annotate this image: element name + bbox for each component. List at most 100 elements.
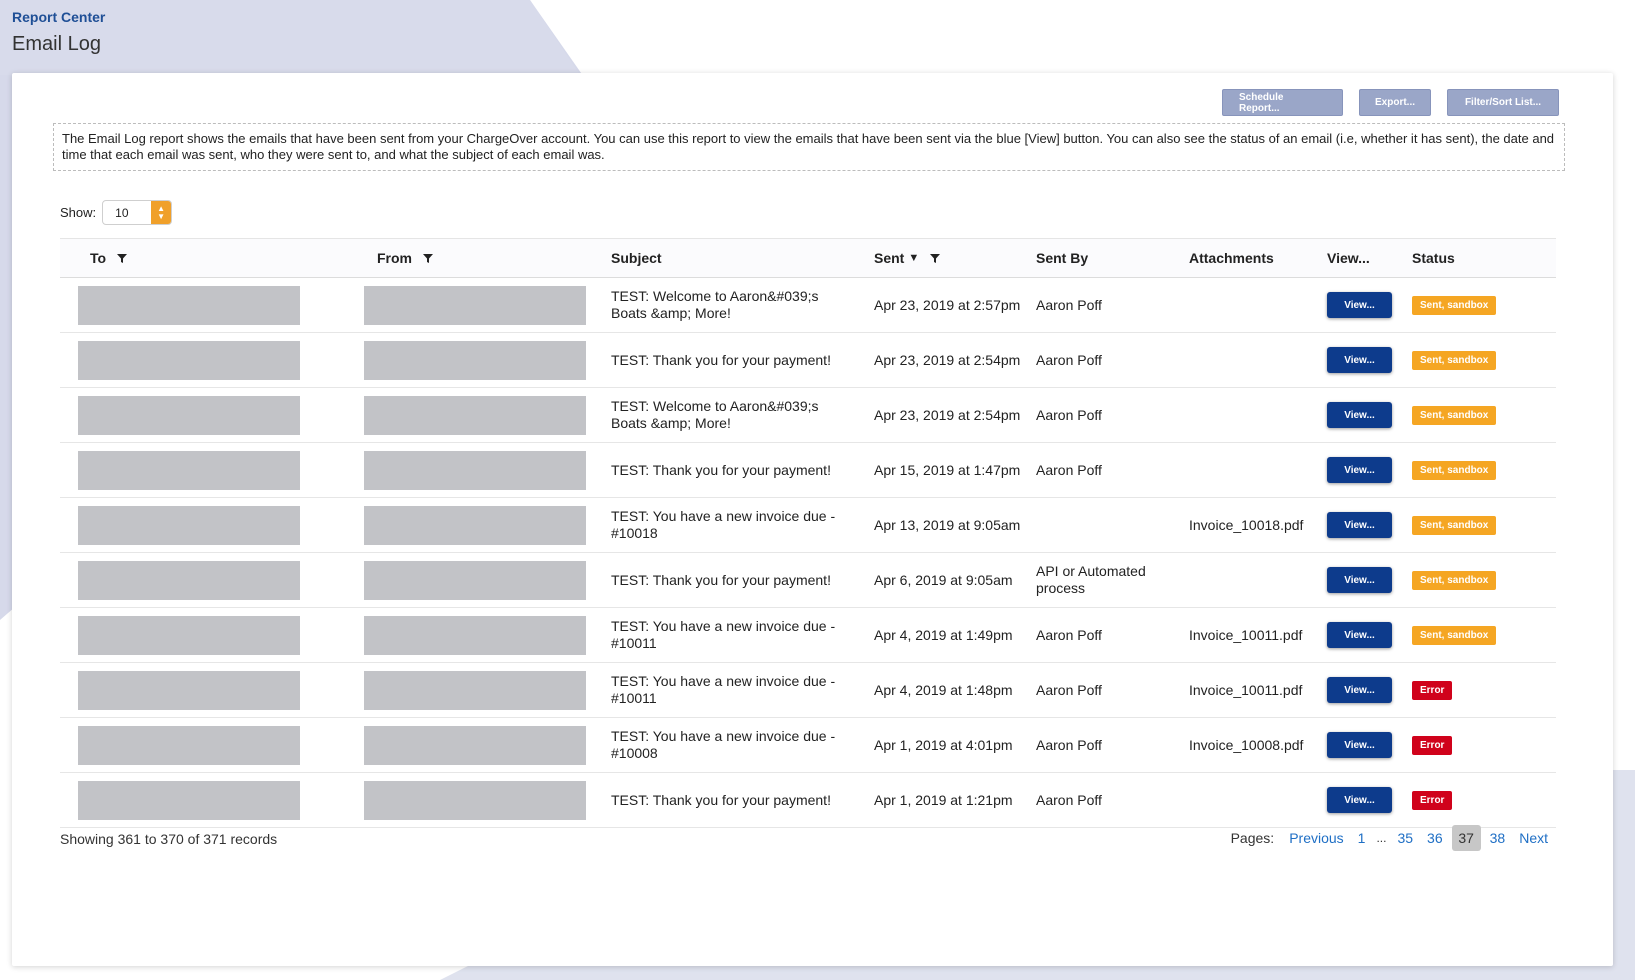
column-header-view: View... <box>1327 250 1370 266</box>
page-link-38[interactable]: 38 <box>1483 830 1513 846</box>
attachment-cell[interactable]: Invoice_10008.pdf <box>1189 718 1319 772</box>
table-row: TEST: You have a new invoice due - #1001… <box>60 608 1556 663</box>
sent-cell: Apr 23, 2019 at 2:57pm <box>874 296 1021 313</box>
column-header-from[interactable]: From <box>377 250 434 266</box>
redacted-from-cell <box>364 781 586 820</box>
filter-icon[interactable] <box>116 252 128 264</box>
redacted-from-cell <box>364 341 586 380</box>
view-email-button[interactable]: View... <box>1327 457 1392 483</box>
breadcrumb[interactable]: Report Center <box>12 9 105 25</box>
page-size-control: Show: 10 ▲ ▼ <box>60 200 173 225</box>
sort-descending-icon[interactable]: ▼ <box>908 252 919 264</box>
attachment-cell[interactable] <box>1189 278 1319 332</box>
view-email-button[interactable]: View... <box>1327 512 1392 538</box>
view-email-button[interactable]: View... <box>1327 787 1392 813</box>
subject-cell: TEST: Thank you for your payment! <box>611 461 831 478</box>
attachment-cell[interactable] <box>1189 388 1319 442</box>
subject-cell: TEST: You have a new invoice due - #1000… <box>611 728 836 761</box>
view-email-button[interactable]: View... <box>1327 622 1392 648</box>
redacted-from-cell <box>364 726 586 765</box>
attachment-cell[interactable]: Invoice_10018.pdf <box>1189 498 1319 552</box>
redacted-from-cell <box>364 506 586 545</box>
redacted-from-cell <box>364 451 586 490</box>
view-cell: View... <box>1327 498 1392 552</box>
column-label-attachments: Attachments <box>1189 250 1274 266</box>
sent-by-cell: Aaron Poff <box>1036 406 1102 423</box>
page-link-35[interactable]: 35 <box>1390 830 1420 846</box>
view-cell: View... <box>1327 773 1392 827</box>
view-cell: View... <box>1327 608 1392 662</box>
column-header-status[interactable]: Status <box>1412 250 1455 266</box>
view-email-button[interactable]: View... <box>1327 732 1392 758</box>
status-cell: Error <box>1412 718 1453 772</box>
page-size-select[interactable]: 10 ▲ ▼ <box>102 200 173 225</box>
attachment-cell[interactable] <box>1189 773 1319 827</box>
status-badge: Sent, sandbox <box>1412 570 1497 590</box>
next-page-link[interactable]: Next <box>1512 830 1555 846</box>
column-label-sent-by: Sent By <box>1036 250 1089 266</box>
table-row: TEST: Thank you for your payment! Apr 6,… <box>60 553 1556 608</box>
view-email-button[interactable]: View... <box>1327 567 1392 593</box>
table-row: TEST: You have a new invoice due - #1001… <box>60 663 1556 718</box>
attachment-cell[interactable] <box>1189 333 1319 387</box>
sent-cell: Apr 13, 2019 at 9:05am <box>874 516 1021 533</box>
table-row: TEST: You have a new invoice due - #1000… <box>60 718 1556 773</box>
sent-by-cell: Aaron Poff <box>1036 626 1102 643</box>
status-cell: Sent, sandbox <box>1412 498 1497 552</box>
page-link-1[interactable]: 1 <box>1351 830 1373 846</box>
sent-by-cell: Aaron Poff <box>1036 736 1102 753</box>
view-email-button[interactable]: View... <box>1327 677 1392 703</box>
schedule-report-button[interactable]: Schedule Report... <box>1222 89 1343 116</box>
redacted-to-cell <box>78 616 300 655</box>
sent-cell: Apr 23, 2019 at 2:54pm <box>874 406 1021 423</box>
attachment-cell[interactable]: Invoice_10011.pdf <box>1189 608 1319 662</box>
redacted-to-cell <box>78 396 300 435</box>
pages-label: Pages: <box>1230 830 1275 846</box>
redacted-from-cell <box>364 286 586 325</box>
column-header-sent[interactable]: Sent ▼ <box>874 250 941 266</box>
status-cell: Sent, sandbox <box>1412 608 1497 662</box>
column-header-to[interactable]: To <box>90 250 128 266</box>
attachment-cell[interactable] <box>1189 443 1319 497</box>
report-card: Schedule Report... Export... Filter/Sort… <box>12 73 1613 966</box>
status-cell: Error <box>1412 663 1453 717</box>
view-cell: View... <box>1327 333 1392 387</box>
column-header-subject[interactable]: Subject <box>611 250 662 266</box>
filter-icon[interactable] <box>422 252 434 264</box>
redacted-to-cell <box>78 671 300 710</box>
table-row: TEST: Welcome to Aaron&#039;s Boats &amp… <box>60 278 1556 333</box>
view-cell: View... <box>1327 663 1392 717</box>
filter-icon[interactable] <box>929 252 941 264</box>
subject-cell: TEST: Thank you for your payment! <box>611 791 831 808</box>
toolbar: Schedule Report... Export... Filter/Sort… <box>1222 89 1559 116</box>
redacted-to-cell <box>78 726 300 765</box>
status-cell: Sent, sandbox <box>1412 278 1497 332</box>
view-email-button[interactable]: View... <box>1327 402 1392 428</box>
column-label-from: From <box>377 250 412 266</box>
view-email-button[interactable]: View... <box>1327 292 1392 318</box>
report-description: The Email Log report shows the emails th… <box>53 123 1565 171</box>
column-header-sent-by[interactable]: Sent By <box>1036 250 1088 266</box>
sent-by-cell <box>1036 498 1181 552</box>
sent-by-cell: Aaron Poff <box>1036 681 1102 698</box>
status-badge: Sent, sandbox <box>1412 350 1497 370</box>
sent-cell: Apr 1, 2019 at 4:01pm <box>874 736 1013 753</box>
attachment-cell[interactable] <box>1189 553 1319 607</box>
subject-cell: TEST: You have a new invoice due - #1001… <box>611 673 836 706</box>
page-link-36[interactable]: 36 <box>1420 830 1450 846</box>
view-cell: View... <box>1327 388 1392 442</box>
column-label-subject: Subject <box>611 250 662 266</box>
table-row: TEST: Thank you for your payment! Apr 23… <box>60 333 1556 388</box>
status-cell: Sent, sandbox <box>1412 388 1497 442</box>
attachment-cell[interactable]: Invoice_10011.pdf <box>1189 663 1319 717</box>
table-row: TEST: Thank you for your payment! Apr 1,… <box>60 773 1556 828</box>
previous-page-link[interactable]: Previous <box>1282 830 1350 846</box>
view-email-button[interactable]: View... <box>1327 347 1392 373</box>
column-label-sent: Sent <box>874 250 905 266</box>
export-button[interactable]: Export... <box>1359 89 1431 116</box>
redacted-from-cell <box>364 396 586 435</box>
filter-sort-button[interactable]: Filter/Sort List... <box>1447 89 1559 116</box>
sent-cell: Apr 4, 2019 at 1:49pm <box>874 626 1013 643</box>
column-header-attachments[interactable]: Attachments <box>1189 250 1274 266</box>
subject-cell: TEST: Welcome to Aaron&#039;s Boats &amp… <box>611 398 819 431</box>
